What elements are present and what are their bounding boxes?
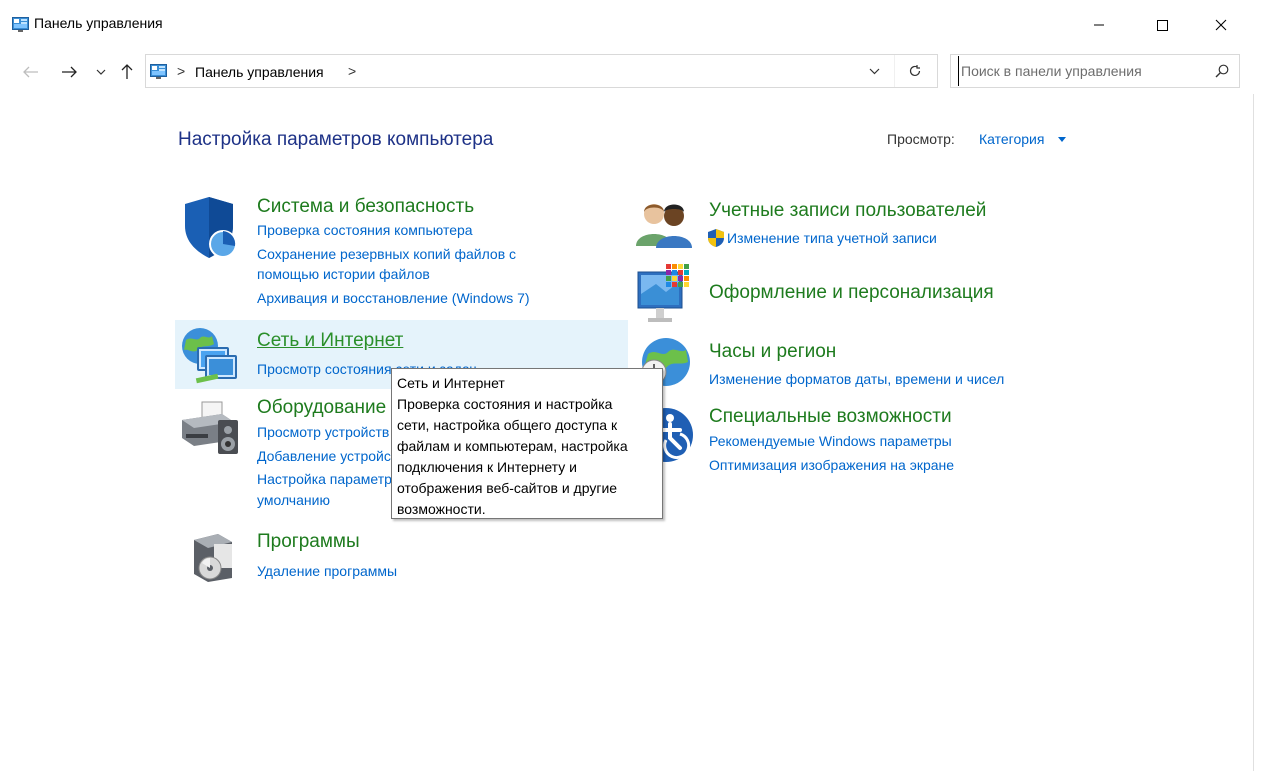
arrow-left-icon: [23, 66, 38, 78]
shield-icon: [185, 197, 237, 258]
link-file-history-backup[interactable]: Сохранение резервных копий файлов с: [257, 246, 516, 262]
title-bar: Панель управления: [0, 0, 1261, 50]
close-button[interactable]: [1198, 0, 1244, 50]
recent-locations-button[interactable]: [90, 61, 112, 83]
tooltip-title: Сеть и Интернет: [397, 375, 505, 391]
tooltip: Сеть и Интернет Проверка состояния и нас…: [391, 368, 663, 519]
tooltip-line: Проверка состояния и настройка: [397, 396, 613, 412]
link-default-settings-cont[interactable]: умолчанию: [257, 492, 330, 508]
link-optimize-display[interactable]: Оптимизация изображения на экране: [709, 457, 954, 473]
address-bar[interactable]: > Панель управления >: [145, 54, 938, 88]
forward-button[interactable]: [58, 61, 80, 83]
search-input[interactable]: [958, 56, 1198, 86]
category-accessibility-title[interactable]: Специальные возможности: [709, 406, 952, 428]
category-security-title[interactable]: Система и безопасность: [257, 196, 474, 218]
window-title: Панель управления: [34, 15, 163, 31]
tooltip-line: отображения веб-сайтов и другие: [397, 480, 618, 496]
breadcrumb-separator[interactable]: >: [177, 63, 185, 79]
link-add-device[interactable]: Добавление устройства: [257, 448, 412, 464]
view-by-dropdown[interactable]: Категория: [979, 131, 1044, 147]
link-backup-restore[interactable]: Архивация и восстановление (Windows 7): [257, 290, 530, 306]
maximize-button[interactable]: [1139, 0, 1185, 50]
back-button[interactable]: [20, 61, 42, 83]
refresh-button[interactable]: [894, 55, 934, 87]
category-clock-title[interactable]: Часы и регион: [709, 341, 836, 363]
programs-icon: [194, 534, 232, 582]
page-title: Настройка параметров компьютера: [178, 129, 494, 150]
view-by-label: Просмотр:: [887, 131, 955, 147]
category-programs-title[interactable]: Программы: [257, 531, 360, 553]
tooltip-line: сети, настройка общего доступа к: [397, 417, 618, 433]
link-change-account-type[interactable]: Изменение типа учетной записи: [727, 230, 937, 246]
printer-speaker-icon: [182, 401, 238, 454]
maximize-icon: [1157, 20, 1168, 31]
link-file-history-backup-cont[interactable]: помощью истории файлов: [257, 266, 430, 282]
chevron-down-icon: [869, 68, 879, 74]
category-network-title[interactable]: Сеть и Интернет: [257, 330, 403, 352]
minimize-icon: [1094, 24, 1104, 26]
tooltip-line: файлам и компьютерам, настройка: [397, 438, 628, 454]
link-recommended-settings[interactable]: Рекомендуемые Windows параметры: [709, 433, 952, 449]
search-icon[interactable]: [1215, 64, 1229, 78]
category-accounts-title[interactable]: Учетные записи пользователей: [709, 200, 986, 222]
network-icon: [182, 328, 237, 384]
tooltip-line: возможности.: [397, 501, 486, 517]
appearance-icon: [637, 264, 689, 322]
arrow-up-icon: [121, 64, 133, 79]
minimize-button[interactable]: [1076, 0, 1122, 50]
scrollbar[interactable]: [1253, 94, 1254, 771]
link-uninstall-program[interactable]: Удаление программы: [257, 563, 397, 579]
link-date-time-formats[interactable]: Изменение форматов даты, времени и чисел: [709, 371, 1004, 387]
arrow-right-icon: [62, 66, 77, 78]
control-panel-icon: [12, 17, 29, 32]
chevron-down-icon: [96, 69, 106, 75]
control-panel-icon: [150, 64, 167, 79]
search-box[interactable]: [950, 54, 1240, 88]
breadcrumb-separator[interactable]: >: [348, 63, 356, 79]
up-button[interactable]: [116, 61, 138, 83]
close-icon: [1215, 19, 1227, 31]
refresh-icon: [909, 65, 920, 77]
category-appearance-title[interactable]: Оформление и персонализация: [709, 282, 994, 304]
address-dropdown-button[interactable]: [859, 55, 889, 87]
uac-shield-icon: [708, 229, 724, 247]
tooltip-line: подключения к Интернету и: [397, 459, 577, 475]
breadcrumb-control-panel[interactable]: Панель управления: [195, 64, 324, 80]
link-check-computer-status[interactable]: Проверка состояния компьютера: [257, 222, 473, 238]
user-accounts-icon: [636, 204, 692, 248]
caret-down-icon[interactable]: [1058, 137, 1066, 142]
